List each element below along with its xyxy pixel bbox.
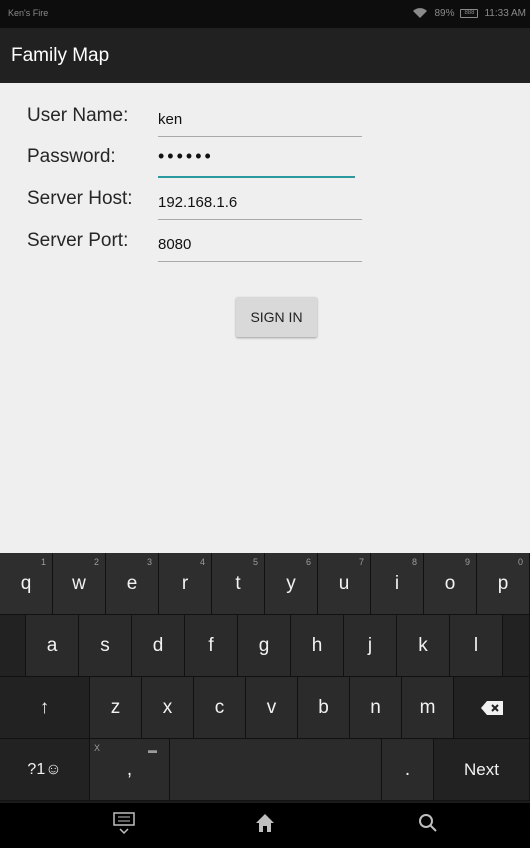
- symbols-key[interactable]: ?1☺: [0, 739, 90, 801]
- action-bar: Family Map: [0, 28, 530, 83]
- port-label: Server Port:: [27, 230, 129, 251]
- battery-icon: 888: [460, 8, 479, 18]
- key-s[interactable]: s: [79, 615, 132, 677]
- host-row: Server Host: 192.168.1.6: [0, 180, 530, 220]
- home-icon[interactable]: [253, 811, 277, 841]
- app-title: Family Map: [11, 45, 110, 66]
- key-c[interactable]: c: [194, 677, 246, 739]
- username-label: User Name:: [27, 105, 129, 126]
- keyboard-spacer: [503, 615, 530, 677]
- sign-in-button[interactable]: SIGN IN: [236, 297, 317, 337]
- key-w[interactable]: 2w: [53, 553, 106, 615]
- key-v[interactable]: v: [246, 677, 298, 739]
- status-icons: 89% 888 11:33 AM: [412, 7, 526, 19]
- space-bar[interactable]: [170, 739, 382, 801]
- period-key[interactable]: .: [382, 739, 434, 801]
- key-b[interactable]: b: [298, 677, 350, 739]
- host-label: Server Host:: [27, 188, 133, 209]
- device-name: Ken's Fire: [8, 8, 49, 18]
- key-r[interactable]: 4r: [159, 553, 212, 615]
- key-a[interactable]: a: [26, 615, 79, 677]
- keyboard-row-4: ?1☺ X ▬ , . Next: [0, 739, 530, 801]
- soft-keyboard: 1q 2w 3e 4r 5t 6y 7u 8i 9o 0p a s d f g …: [0, 553, 530, 803]
- port-row: Server Port: 8080: [0, 222, 530, 262]
- keyboard-row-1: 1q 2w 3e 4r 5t 6y 7u 8i 9o 0p: [0, 553, 530, 615]
- login-form: User Name: ken Password: •••••• Server H…: [0, 83, 530, 553]
- username-row: User Name: ken: [0, 97, 530, 137]
- key-e[interactable]: 3e: [106, 553, 159, 615]
- port-field[interactable]: 8080: [158, 222, 362, 262]
- battery-percent: 89%: [434, 7, 455, 19]
- username-field[interactable]: ken: [158, 97, 362, 137]
- backspace-key[interactable]: [454, 677, 530, 739]
- key-l[interactable]: l: [450, 615, 503, 677]
- key-o[interactable]: 9o: [424, 553, 477, 615]
- keyboard-row-3: ↑ z x c v b n m: [0, 677, 530, 739]
- key-q[interactable]: 1q: [0, 553, 53, 615]
- wifi-icon: [413, 8, 428, 18]
- key-x[interactable]: x: [142, 677, 194, 739]
- key-j[interactable]: j: [344, 615, 397, 677]
- key-i[interactable]: 8i: [371, 553, 424, 615]
- keyboard-row-2: a s d f g h j k l: [0, 615, 530, 677]
- key-k[interactable]: k: [397, 615, 450, 677]
- key-p[interactable]: 0p: [477, 553, 530, 615]
- search-icon[interactable]: [416, 811, 440, 841]
- key-f[interactable]: f: [185, 615, 238, 677]
- key-y[interactable]: 6y: [265, 553, 318, 615]
- clock: 11:33 AM: [484, 7, 526, 19]
- key-m[interactable]: m: [402, 677, 454, 739]
- shift-icon: ↑: [39, 696, 50, 718]
- key-g[interactable]: g: [238, 615, 291, 677]
- emoji-hint-icon: ▬: [148, 745, 157, 755]
- navigation-bar: [0, 803, 530, 848]
- key-d[interactable]: d: [132, 615, 185, 677]
- key-t[interactable]: 5t: [212, 553, 265, 615]
- backspace-icon: [480, 700, 503, 715]
- shift-key[interactable]: ↑: [0, 677, 90, 739]
- key-u[interactable]: 7u: [318, 553, 371, 615]
- key-h[interactable]: h: [291, 615, 344, 677]
- next-key[interactable]: Next: [434, 739, 530, 801]
- key-n[interactable]: n: [350, 677, 402, 739]
- password-field[interactable]: ••••••: [158, 138, 355, 178]
- keyboard-hide-icon[interactable]: [112, 811, 136, 843]
- password-label: Password:: [27, 146, 116, 167]
- keyboard-spacer: [0, 615, 26, 677]
- status-bar: Ken's Fire 89% 888 11:33 AM: [0, 0, 530, 28]
- comma-hint: X: [94, 743, 101, 753]
- comma-key[interactable]: X ▬ ,: [90, 739, 170, 801]
- password-row: Password: ••••••: [0, 138, 530, 178]
- host-field[interactable]: 192.168.1.6: [158, 180, 362, 220]
- key-z[interactable]: z: [90, 677, 142, 739]
